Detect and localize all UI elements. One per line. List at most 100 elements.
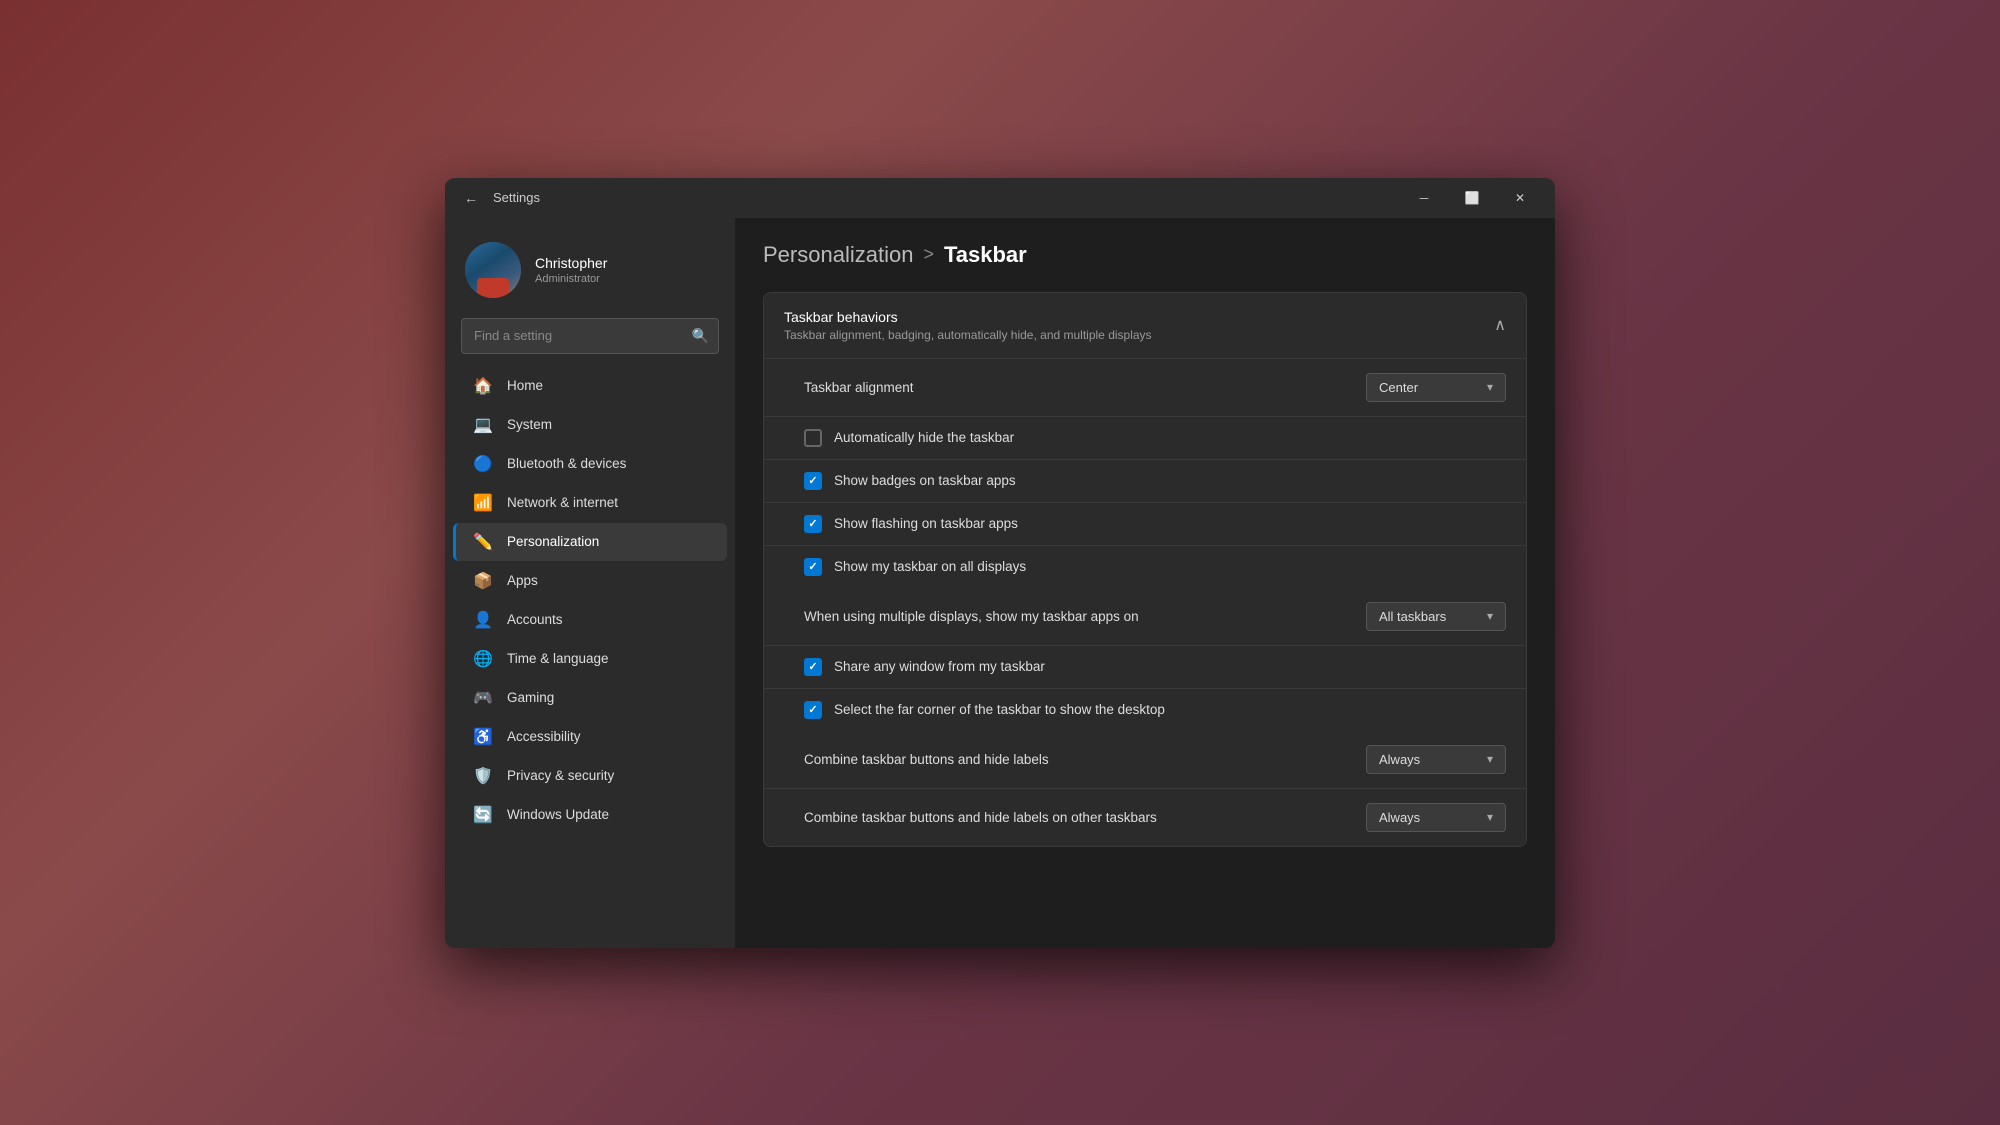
breadcrumb-parent: Personalization	[763, 242, 913, 268]
titlebar-title: Settings	[493, 190, 1401, 205]
sidebar-item-time[interactable]: 🌐 Time & language	[453, 640, 727, 678]
checkboxes-group-1: Automatically hide the taskbar Show badg…	[764, 417, 1526, 588]
minimize-button[interactable]: ─	[1401, 182, 1447, 214]
sidebar-label-gaming: Gaming	[507, 690, 554, 705]
sidebar-label-privacy: Privacy & security	[507, 768, 614, 783]
sidebar-label-apps: Apps	[507, 573, 538, 588]
user-profile: Christopher Administrator	[445, 234, 735, 314]
time-icon: 🌐	[473, 649, 493, 669]
sidebar-label-network: Network & internet	[507, 495, 618, 510]
taskbar-alignment-row: Taskbar alignment Center ▾	[764, 359, 1526, 417]
combine2-dropdown[interactable]: Always ▾	[1366, 803, 1506, 832]
checkbox-row-share-window[interactable]: Share any window from my taskbar	[764, 646, 1526, 689]
search-input[interactable]	[461, 318, 719, 354]
search-box: 🔍	[461, 318, 719, 354]
combine1-value: Always	[1379, 752, 1420, 767]
sidebar-label-update: Windows Update	[507, 807, 609, 822]
combine2-row: Combine taskbar buttons and hide labels …	[764, 789, 1526, 846]
close-button[interactable]: ✕	[1497, 182, 1543, 214]
search-icon: 🔍	[692, 327, 709, 344]
combine2-label: Combine taskbar buttons and hide labels …	[804, 810, 1366, 825]
sidebar-item-personalization[interactable]: ✏️ Personalization	[453, 523, 727, 561]
checkbox-label-share-window: Share any window from my taskbar	[834, 659, 1045, 674]
content-area: Personalization > Taskbar Taskbar behavi…	[735, 218, 1555, 948]
combine2-value: Always	[1379, 810, 1420, 825]
sidebar-item-bluetooth[interactable]: 🔵 Bluetooth & devices	[453, 445, 727, 483]
sidebar-item-accounts[interactable]: 👤 Accounts	[453, 601, 727, 639]
window-controls: ─ ⬜ ✕	[1401, 182, 1543, 214]
checkbox-row-badges[interactable]: Show badges on taskbar apps	[764, 460, 1526, 503]
home-icon: 🏠	[473, 376, 493, 396]
gaming-icon: 🎮	[473, 688, 493, 708]
privacy-icon: 🛡️	[473, 766, 493, 786]
user-status: Administrator	[535, 273, 607, 285]
avatar	[465, 242, 521, 298]
section-subtitle: Taskbar alignment, badging, automaticall…	[784, 328, 1152, 342]
personalization-icon: ✏️	[473, 532, 493, 552]
checkbox-share-window[interactable]	[804, 658, 822, 676]
sidebar-item-network[interactable]: 📶 Network & internet	[453, 484, 727, 522]
breadcrumb-current: Taskbar	[944, 242, 1027, 268]
accessibility-icon: ♿	[473, 727, 493, 747]
section-header-text: Taskbar behaviors Taskbar alignment, bad…	[784, 309, 1152, 342]
sidebar: Christopher Administrator 🔍 🏠 Home 💻 Sys…	[445, 218, 735, 948]
taskbar-behaviors-card: Taskbar behaviors Taskbar alignment, bad…	[763, 292, 1527, 847]
sidebar-label-system: System	[507, 417, 552, 432]
update-icon: 🔄	[473, 805, 493, 825]
multiple-display-dropdown[interactable]: All taskbars ▾	[1366, 602, 1506, 631]
checkbox-far-corner[interactable]	[804, 701, 822, 719]
network-icon: 📶	[473, 493, 493, 513]
sidebar-item-apps[interactable]: 📦 Apps	[453, 562, 727, 600]
user-info: Christopher Administrator	[535, 255, 607, 285]
section-title: Taskbar behaviors	[784, 309, 1152, 325]
bluetooth-icon: 🔵	[473, 454, 493, 474]
sidebar-label-personalization: Personalization	[507, 534, 599, 549]
checkbox-row-auto-hide[interactable]: Automatically hide the taskbar	[764, 417, 1526, 460]
sidebar-item-system[interactable]: 💻 System	[453, 406, 727, 444]
dropdown-arrow-icon-3: ▾	[1487, 752, 1493, 766]
system-icon: 💻	[473, 415, 493, 435]
dropdown-arrow-icon: ▾	[1487, 380, 1493, 394]
checkbox-label-all-displays: Show my taskbar on all displays	[834, 559, 1026, 574]
combine1-row: Combine taskbar buttons and hide labels …	[764, 731, 1526, 789]
sidebar-label-bluetooth: Bluetooth & devices	[507, 456, 626, 471]
settings-window: ← Settings ─ ⬜ ✕ Christopher Administrat…	[445, 178, 1555, 948]
checkbox-row-all-displays[interactable]: Show my taskbar on all displays	[764, 546, 1526, 588]
taskbar-alignment-dropdown[interactable]: Center ▾	[1366, 373, 1506, 402]
checkbox-label-badges: Show badges on taskbar apps	[834, 473, 1016, 488]
sidebar-label-accessibility: Accessibility	[507, 729, 581, 744]
user-name: Christopher	[535, 255, 607, 271]
sidebar-item-update[interactable]: 🔄 Windows Update	[453, 796, 727, 834]
back-button[interactable]: ←	[457, 184, 485, 212]
checkbox-label-auto-hide: Automatically hide the taskbar	[834, 430, 1014, 445]
checkboxes-group-2: Share any window from my taskbar Select …	[764, 646, 1526, 731]
taskbar-alignment-value: Center	[1379, 380, 1418, 395]
titlebar: ← Settings ─ ⬜ ✕	[445, 178, 1555, 218]
checkbox-flashing[interactable]	[804, 515, 822, 533]
checkbox-all-displays[interactable]	[804, 558, 822, 576]
combine1-label: Combine taskbar buttons and hide labels	[804, 752, 1366, 767]
combine1-dropdown[interactable]: Always ▾	[1366, 745, 1506, 774]
multiple-display-value: All taskbars	[1379, 609, 1446, 624]
taskbar-alignment-label: Taskbar alignment	[804, 380, 1366, 395]
sidebar-label-time: Time & language	[507, 651, 609, 666]
dropdown-arrow-icon-4: ▾	[1487, 810, 1493, 824]
avatar-image	[465, 242, 521, 298]
maximize-button[interactable]: ⬜	[1449, 182, 1495, 214]
section-header[interactable]: Taskbar behaviors Taskbar alignment, bad…	[764, 293, 1526, 359]
breadcrumb: Personalization > Taskbar	[763, 242, 1527, 268]
main-layout: Christopher Administrator 🔍 🏠 Home 💻 Sys…	[445, 218, 1555, 948]
accounts-icon: 👤	[473, 610, 493, 630]
apps-icon: 📦	[473, 571, 493, 591]
breadcrumb-separator: >	[923, 244, 934, 265]
sidebar-item-home[interactable]: 🏠 Home	[453, 367, 727, 405]
checkbox-row-far-corner[interactable]: Select the far corner of the taskbar to …	[764, 689, 1526, 731]
multiple-display-label: When using multiple displays, show my ta…	[804, 609, 1366, 624]
checkbox-auto-hide[interactable]	[804, 429, 822, 447]
sidebar-item-privacy[interactable]: 🛡️ Privacy & security	[453, 757, 727, 795]
checkbox-badges[interactable]	[804, 472, 822, 490]
sidebar-item-gaming[interactable]: 🎮 Gaming	[453, 679, 727, 717]
sidebar-item-accessibility[interactable]: ♿ Accessibility	[453, 718, 727, 756]
checkbox-row-flashing[interactable]: Show flashing on taskbar apps	[764, 503, 1526, 546]
nav-container: 🏠 Home 💻 System 🔵 Bluetooth & devices 📶 …	[445, 366, 735, 835]
